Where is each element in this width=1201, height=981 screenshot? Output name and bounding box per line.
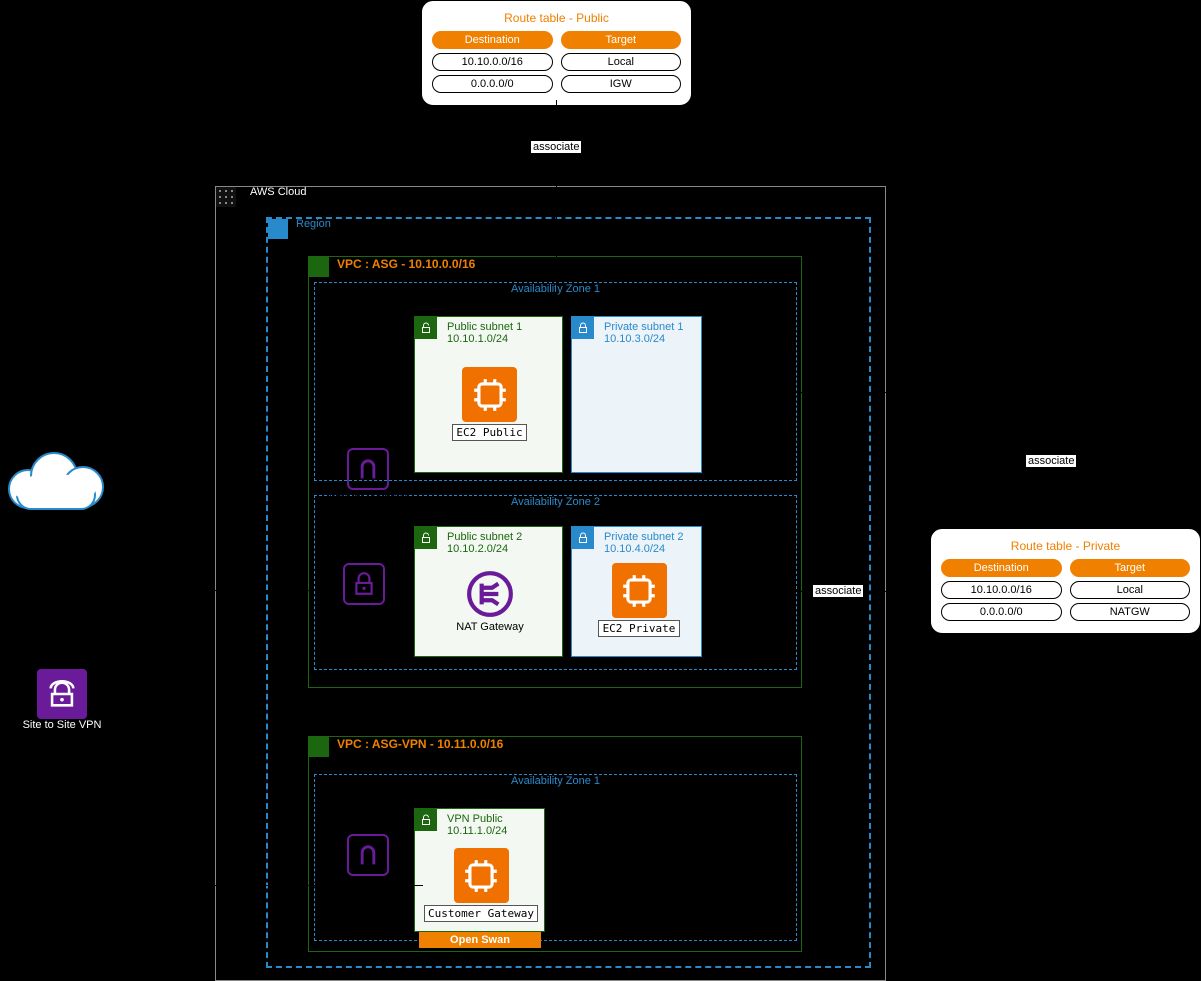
ec2-private-node: EC2 Private	[598, 563, 680, 637]
edge-label-assoc-3: associate	[812, 584, 864, 598]
region-icon	[268, 219, 288, 239]
edge-rtpub-to-pub1	[556, 100, 557, 315]
prv1-cidr: 10.10.3.0/24	[604, 333, 695, 345]
vpnpub-cidr: 10.11.1.0/24	[447, 825, 538, 837]
edge-s2s-h2	[47, 885, 423, 886]
vpc-asg-label: VPC : ASG - 10.10.0.0/16	[337, 257, 475, 271]
pub1-cidr: 10.10.1.0/24	[447, 333, 556, 345]
open-swan-tag: Open Swan	[419, 932, 541, 948]
pub2-name: Public subnet 2	[447, 531, 556, 543]
internet-gateway-icon	[347, 834, 389, 876]
vpn-gateway: VPN Gateway	[324, 563, 404, 617]
rt-public-r1-dest: 0.0.0.0/0	[432, 75, 553, 93]
edge-s2s-h1	[47, 590, 322, 591]
aws-cloud-label: AWS Cloud	[250, 186, 306, 198]
edge-rtpub-to-pub1-h	[490, 315, 556, 316]
private-subnet-1: Private subnet 1 10.10.3.0/24	[571, 316, 702, 473]
rt-public-r1-tgt: IGW	[561, 75, 682, 93]
rt-private-r1-tgt: NATGW	[1070, 603, 1191, 621]
edge-s2s-v2	[47, 736, 48, 886]
region-label: Region	[296, 218, 331, 230]
vpc-asg-vpn-icon	[309, 737, 329, 757]
igw1-label: Internet Gateway	[324, 490, 412, 502]
internet-gateway-1: Internet Gateway	[324, 448, 412, 502]
pub2-cidr: 10.10.2.0/24	[447, 543, 556, 555]
rt-private-head-tgt: Target	[1070, 559, 1191, 577]
nat-gateway-icon	[463, 566, 518, 621]
ec2-public-node: EC2 Public	[452, 367, 527, 441]
customer-gateway-node: Customer Gateway	[424, 848, 538, 922]
site-to-site-vpn-icon	[37, 669, 87, 719]
ec2-public-label: EC2 Public	[452, 424, 527, 441]
vpc-asg-vpn-label: VPC : ASG-VPN - 10.11.0.0/16	[337, 737, 503, 751]
edge-s2s-v1	[47, 590, 48, 669]
cgw-label: Customer Gateway	[424, 905, 538, 922]
prv2-name: Private subnet 2	[604, 531, 695, 543]
prv1-name: Private subnet 1	[604, 321, 695, 333]
rt-private-r0-dest: 10.10.0.0/16	[941, 581, 1062, 599]
internet-gateway-icon	[347, 448, 389, 490]
nat-gateway-node: NAT Gateway	[450, 566, 530, 633]
prv2-cidr: 10.10.4.0/24	[604, 543, 695, 555]
site-to-site-vpn: Site to Site VPN	[22, 669, 102, 731]
lock-icon	[415, 317, 437, 339]
edge-label-assoc-2: associate	[1025, 454, 1077, 468]
route-table-private: Route table - Private Destination Target…	[930, 528, 1201, 634]
igw2-label: Internet Gateway	[324, 876, 412, 888]
vpn-gateway-icon	[343, 563, 385, 605]
edge-rtprv-h1	[702, 392, 1048, 393]
lock-icon	[572, 317, 594, 339]
vpc-asg-icon	[309, 257, 329, 277]
pub1-name: Public subnet 1	[447, 321, 556, 333]
vpngw-label: VPN Gateway	[324, 605, 404, 617]
s2s-label: Site to Site VPN	[22, 719, 102, 731]
rt-public-title: Route table - Public	[432, 11, 681, 25]
rt-private-title: Route table - Private	[941, 539, 1190, 553]
ec2-icon	[462, 367, 517, 422]
ec2-icon	[612, 563, 667, 618]
aws-cloud-icon	[216, 187, 236, 207]
route-table-public: Route table - Public Destination Target …	[421, 0, 692, 106]
rt-private-head-dest: Destination	[941, 559, 1062, 577]
internet-cloud-icon	[0, 444, 110, 509]
nat-gateway-label: NAT Gateway	[450, 621, 530, 633]
lock-icon	[415, 809, 437, 831]
vpnpub-name: VPN Public	[447, 813, 538, 825]
rt-public-head-tgt: Target	[561, 31, 682, 49]
ec2-icon	[454, 848, 509, 903]
rt-private-r0-tgt: Local	[1070, 581, 1191, 599]
rt-public-r0-dest: 10.10.0.0/16	[432, 53, 553, 71]
lock-icon	[572, 527, 594, 549]
edge-label-assoc-1: associate	[530, 140, 582, 154]
rt-public-head-dest: Destination	[432, 31, 553, 49]
az1b-label: Availability Zone 1	[315, 775, 796, 787]
internet-gateway-2: Internet Gateway	[324, 834, 412, 888]
ec2-private-label: EC2 Private	[598, 620, 680, 637]
rt-private-r1-dest: 0.0.0.0/0	[941, 603, 1062, 621]
lock-icon	[415, 527, 437, 549]
rt-public-r0-tgt: Local	[561, 53, 682, 71]
